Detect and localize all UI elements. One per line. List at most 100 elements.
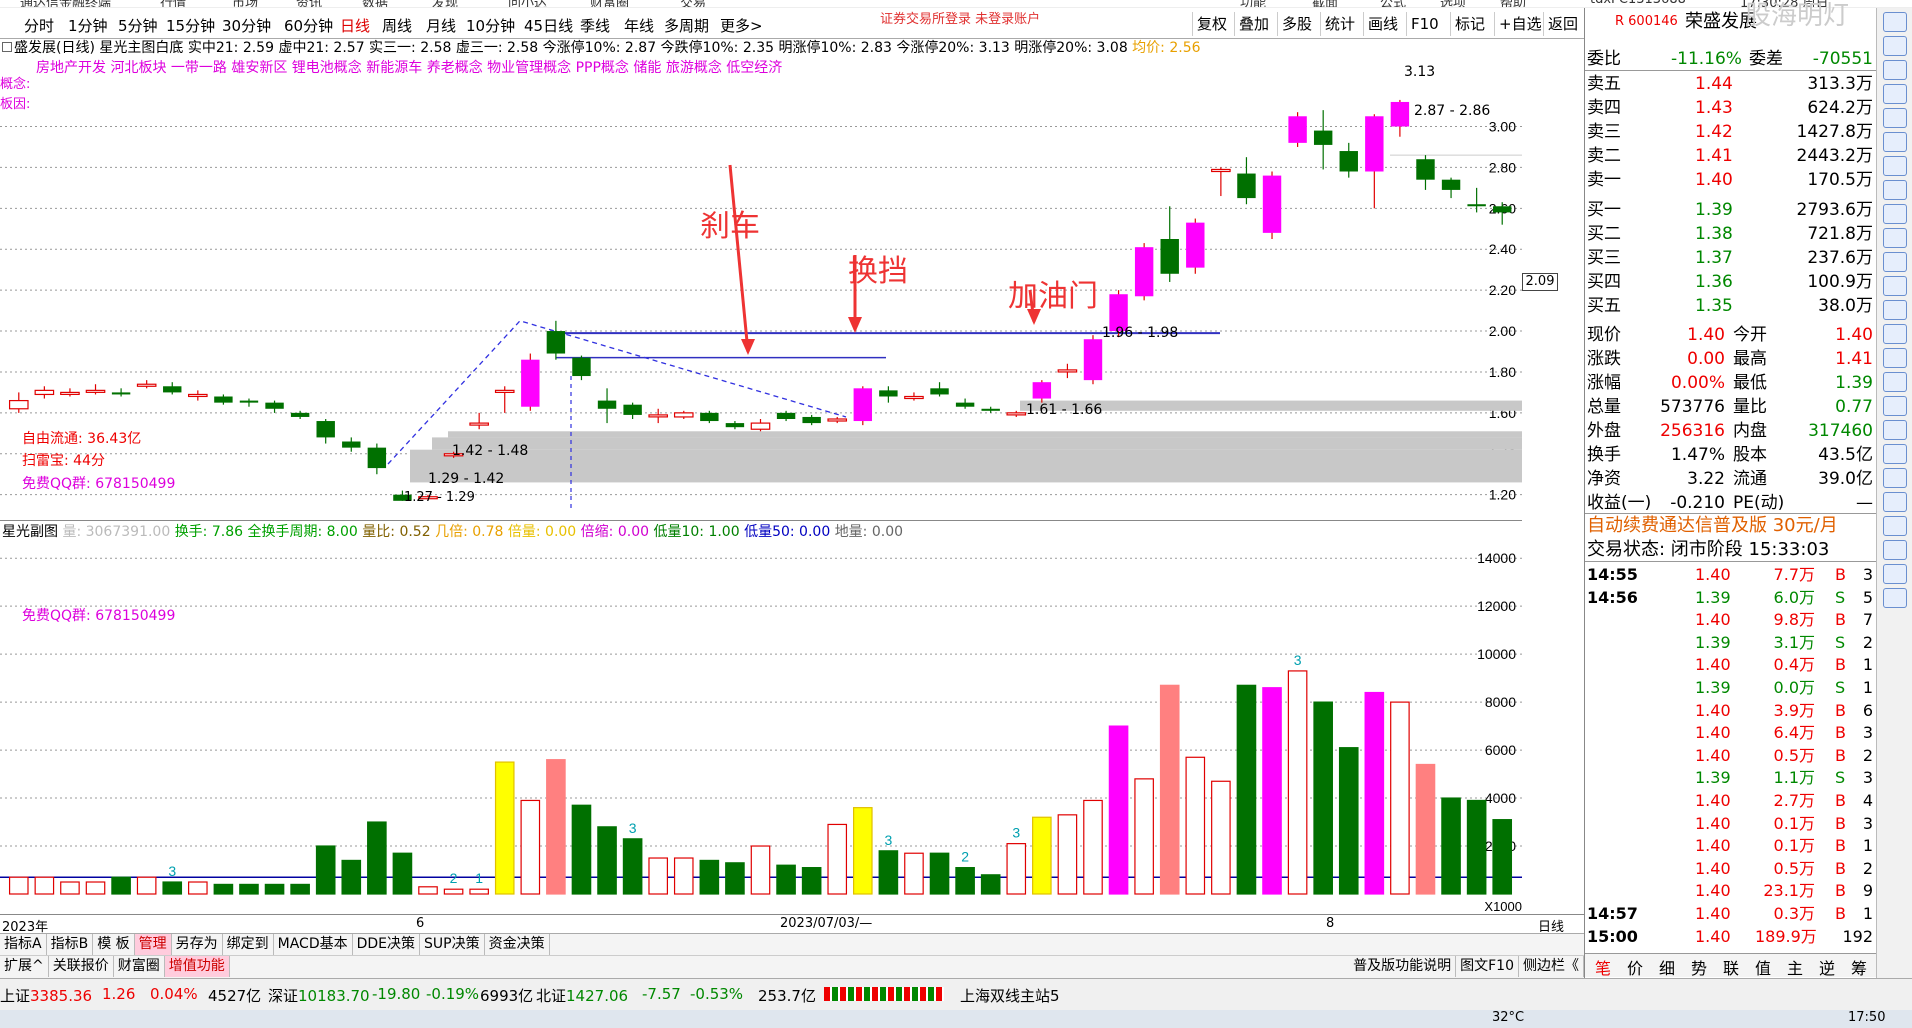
volume-bar[interactable] bbox=[852, 807, 873, 895]
volume-bar[interactable] bbox=[469, 888, 489, 895]
volume-bar[interactable] bbox=[1441, 797, 1461, 895]
candle[interactable] bbox=[673, 412, 694, 418]
candle[interactable] bbox=[8, 399, 29, 410]
indicator-tab-2[interactable]: 模 板 bbox=[93, 934, 135, 955]
year-icon[interactable] bbox=[1882, 540, 1907, 560]
candle[interactable] bbox=[163, 386, 182, 393]
period-6[interactable]: 日线 bbox=[340, 15, 370, 36]
volume-bar[interactable] bbox=[955, 867, 975, 895]
extension-tab-1[interactable]: 关联报价 bbox=[49, 956, 114, 977]
server-name[interactable]: 上海双线主站5 bbox=[960, 985, 1060, 1006]
candle[interactable] bbox=[1467, 204, 1486, 207]
bar-icon[interactable] bbox=[1882, 108, 1907, 128]
bid-row[interactable]: 买四 1.36 100.9万 bbox=[1585, 270, 1877, 294]
menu-item[interactable]: 市场 bbox=[232, 0, 258, 7]
volume-bar[interactable] bbox=[111, 876, 131, 895]
quote-tab-4[interactable]: 联 bbox=[1723, 955, 1739, 979]
volume-bar[interactable] bbox=[392, 852, 413, 895]
season-icon[interactable] bbox=[1882, 588, 1907, 608]
volume-bar[interactable] bbox=[827, 823, 848, 895]
plus-move-icon[interactable] bbox=[1882, 300, 1907, 320]
candle[interactable] bbox=[469, 422, 489, 426]
toolbar-button-8[interactable]: 返回 bbox=[1543, 12, 1582, 36]
candle[interactable] bbox=[342, 441, 361, 448]
menu-item[interactable]: 通达信金融终端 bbox=[20, 0, 111, 7]
volume-bar[interactable] bbox=[1057, 814, 1078, 895]
coin-icon[interactable] bbox=[1882, 276, 1907, 296]
candle[interactable] bbox=[776, 412, 796, 419]
candle[interactable] bbox=[367, 447, 387, 469]
volume-bar[interactable] bbox=[673, 857, 694, 895]
candle[interactable] bbox=[955, 402, 975, 407]
volume-bar[interactable] bbox=[136, 876, 157, 895]
candle[interactable] bbox=[1288, 116, 1307, 143]
extension-right-tab-0[interactable]: 普及版功能说明 bbox=[1349, 956, 1457, 977]
indicator-tab-5[interactable]: 绑定到 bbox=[223, 934, 274, 955]
candle[interactable] bbox=[1057, 369, 1078, 373]
candle[interactable] bbox=[521, 359, 540, 407]
candle[interactable] bbox=[1493, 206, 1512, 213]
volume-bar[interactable] bbox=[239, 883, 259, 895]
period-2[interactable]: 5分钟 bbox=[118, 15, 158, 36]
candle[interactable] bbox=[904, 395, 924, 400]
quote-tab-2[interactable]: 细 bbox=[1659, 955, 1675, 979]
menu-item[interactable]: 问小达 bbox=[508, 0, 547, 7]
candlestick-svg[interactable]: 3.002.802.602.402.202.001.801.601.401.20 bbox=[0, 39, 1522, 521]
volume-bar[interactable] bbox=[1211, 780, 1231, 895]
volume-bar[interactable] bbox=[980, 874, 1001, 895]
menu-item[interactable]: 行情 bbox=[160, 0, 186, 7]
candle[interactable] bbox=[1365, 116, 1384, 172]
candle[interactable] bbox=[214, 396, 233, 403]
candle[interactable] bbox=[1441, 179, 1461, 190]
quote-tab-0[interactable]: 笔 bbox=[1595, 955, 1611, 979]
ask-row[interactable]: 卖一 1.40 170.5万 bbox=[1585, 168, 1877, 192]
toolbar-button-6[interactable]: 标记 bbox=[1450, 12, 1489, 36]
menu-item[interactable]: 发现 bbox=[432, 0, 458, 7]
indicator-tab-3[interactable]: 管理 bbox=[134, 934, 172, 955]
candle[interactable] bbox=[623, 404, 642, 415]
indicator-tab-1[interactable]: 指标B bbox=[47, 934, 94, 955]
toolbar-button-5[interactable]: F10 bbox=[1406, 12, 1443, 36]
volume-bar[interactable] bbox=[1006, 843, 1027, 895]
menu-item[interactable]: 数据 bbox=[362, 0, 388, 7]
volume-bar[interactable] bbox=[904, 852, 924, 895]
candle[interactable] bbox=[1006, 412, 1027, 416]
candle[interactable] bbox=[930, 388, 949, 395]
f10-icon[interactable] bbox=[1882, 156, 1907, 176]
candle[interactable] bbox=[1032, 382, 1052, 399]
volume-bar[interactable] bbox=[1032, 816, 1052, 895]
volume-bar[interactable] bbox=[1313, 701, 1333, 895]
candle[interactable] bbox=[1262, 175, 1282, 233]
volume-bar[interactable] bbox=[34, 876, 55, 895]
volume-bar[interactable] bbox=[8, 876, 29, 895]
volume-bar[interactable] bbox=[85, 881, 106, 895]
candle[interactable] bbox=[265, 402, 284, 409]
volume-bar[interactable] bbox=[622, 838, 643, 895]
period-10[interactable]: 45日线 bbox=[524, 15, 573, 36]
candle[interactable] bbox=[981, 408, 1000, 411]
volume-bar[interactable] bbox=[1287, 670, 1308, 895]
extension-tab-0[interactable]: 扩展^ bbox=[0, 956, 49, 977]
volume-bar[interactable] bbox=[699, 859, 720, 895]
candle[interactable] bbox=[188, 393, 208, 398]
volume-bar[interactable] bbox=[1415, 763, 1436, 895]
list-icon[interactable] bbox=[1882, 36, 1907, 56]
menu-item[interactable]: 帮助 bbox=[1500, 0, 1526, 7]
candle[interactable] bbox=[1313, 130, 1333, 145]
settings-icon[interactable] bbox=[2, 42, 12, 52]
volume-bar[interactable] bbox=[1108, 725, 1129, 895]
quote-tab-6[interactable]: 主 bbox=[1787, 955, 1803, 979]
menu-item[interactable]: 截面 bbox=[1312, 0, 1338, 7]
volume-bar[interactable] bbox=[341, 859, 362, 895]
volume-bar[interactable] bbox=[1466, 799, 1487, 895]
period-3[interactable]: 15分钟 bbox=[166, 15, 215, 36]
candle[interactable] bbox=[750, 422, 771, 430]
indicator-tab-9[interactable]: 资金决策 bbox=[485, 934, 550, 955]
volume-bar[interactable] bbox=[188, 881, 208, 895]
one-icon[interactable] bbox=[1882, 372, 1907, 392]
five-icon[interactable] bbox=[1882, 396, 1907, 416]
ad-banner[interactable]: 自动续费通达信普及版 30元/月 bbox=[1585, 513, 1877, 537]
candle[interactable] bbox=[494, 389, 515, 394]
volume-bar[interactable] bbox=[60, 881, 80, 895]
period-0[interactable]: 分时 bbox=[24, 15, 54, 36]
